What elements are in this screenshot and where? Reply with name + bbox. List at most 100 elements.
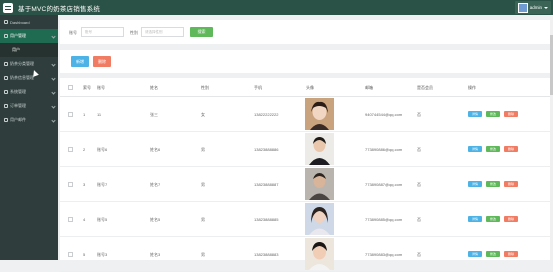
cell-gender: 男	[201, 147, 205, 152]
select-all-checkbox[interactable]	[68, 85, 73, 90]
cell-name: 姓名3	[150, 252, 161, 257]
dashboard-icon	[4, 20, 8, 24]
detail-button[interactable]: 详情	[468, 216, 482, 222]
column-header[interactable]: 姓名	[150, 85, 158, 91]
chevron-icon	[51, 103, 56, 109]
search-button[interactable]: 搜索	[190, 27, 213, 37]
sidebar: Dashboard 用户管理 用户 奶茶分类管理 奶茶信息管理 系统管理 订单管…	[0, 15, 58, 260]
sidebar-item-label: 订单管理	[10, 103, 26, 108]
add-button[interactable]: 新增	[71, 56, 89, 67]
column-header[interactable]: 邮箱	[365, 85, 373, 91]
user-name: admin	[529, 5, 542, 10]
account-input[interactable]: 账号	[81, 27, 124, 37]
cell-account: 账号3	[97, 252, 108, 257]
cell-account: 账号5	[97, 217, 108, 222]
cell-gender: 男	[201, 182, 205, 187]
sidebar-subitem-users[interactable]: 用户	[0, 43, 58, 57]
remove-button[interactable]: 删除	[504, 146, 518, 152]
chevron-icon	[51, 89, 56, 95]
row-checkbox[interactable]	[68, 147, 73, 152]
remove-button[interactable]: 删除	[504, 216, 518, 222]
cell-member: 否	[417, 217, 421, 222]
table-row: 3 账号7 姓名7 男 13823888887 773890887@qq.com…	[60, 167, 553, 202]
avatar-photo[interactable]	[305, 203, 334, 235]
cell-phone: 13823888886	[254, 147, 279, 152]
edit-button[interactable]: 修改	[486, 251, 500, 257]
top-bar: 基于MVC的奶茶店销售系统 admin	[0, 0, 553, 15]
detail-button[interactable]: 详情	[468, 251, 482, 257]
remove-button[interactable]: 删除	[504, 181, 518, 187]
chevron-icon	[51, 33, 56, 39]
sidebar-item-label: 用户	[12, 47, 20, 52]
sidebar-item-label: 系统管理	[10, 89, 26, 94]
cell-phone: 13822222222	[254, 112, 279, 117]
remove-button[interactable]: 删除	[504, 111, 518, 117]
detail-button[interactable]: 详情	[468, 146, 482, 152]
sidebar-item-tea-info[interactable]: 奶茶信息管理	[0, 71, 58, 85]
sidebar-item-system[interactable]: 系统管理	[0, 85, 58, 99]
gender-label: 性别	[130, 30, 138, 35]
menu-toggle-icon[interactable]	[3, 2, 13, 13]
detail-button[interactable]: 详情	[468, 181, 482, 187]
sidebar-item-label: 用户管理	[10, 33, 26, 38]
sidebar-item-mail[interactable]: 用户邮件	[0, 113, 58, 127]
remove-button[interactable]: 删除	[504, 251, 518, 257]
cell-name: 张三	[150, 112, 158, 117]
order-icon	[4, 104, 8, 108]
avatar-photo[interactable]	[305, 98, 334, 130]
table-row: 5 账号3 姓名3 男 13823888883 773890883@qq.com…	[60, 237, 553, 272]
detail-button[interactable]: 详情	[468, 111, 482, 117]
cell-gender: 男	[201, 252, 205, 257]
avatar-photo[interactable]	[305, 168, 334, 200]
sidebar-item-tea-category[interactable]: 奶茶分类管理	[0, 57, 58, 71]
cell-name: 姓名5	[150, 217, 161, 222]
row-checkbox[interactable]	[68, 182, 73, 187]
search-panel: 账号 账号 性别 请选择性别 搜索	[60, 20, 553, 44]
cell-member: 否	[417, 252, 421, 257]
row-checkbox[interactable]	[68, 252, 73, 257]
cell-name: 姓名6	[150, 147, 161, 152]
sidebar-item-dashboard[interactable]: Dashboard	[0, 15, 58, 29]
column-header[interactable]: 手机	[254, 85, 262, 91]
gender-select[interactable]: 请选择性别	[141, 27, 184, 37]
cell-index: 1	[83, 112, 86, 117]
row-checkbox[interactable]	[68, 112, 73, 117]
avatar-photo[interactable]	[305, 133, 334, 165]
cell-email: 773890883@qq.com	[365, 252, 403, 257]
user-menu[interactable]: admin	[514, 1, 551, 14]
edit-button[interactable]: 修改	[486, 216, 500, 222]
row-checkbox[interactable]	[68, 217, 73, 222]
cell-name: 姓名7	[150, 182, 161, 187]
action-panel: 新增 删除	[60, 50, 553, 73]
cell-gender: 男	[201, 217, 205, 222]
edit-button[interactable]: 修改	[486, 111, 500, 117]
cell-account: 11	[97, 112, 102, 117]
chevron-icon	[51, 117, 56, 123]
cell-email: 773890887@qq.com	[365, 182, 403, 187]
sidebar-item-orders[interactable]: 订单管理	[0, 99, 58, 113]
user-table: 索号 账号 姓名 性别 手机 头像 邮箱 是否会员 操作 1 11 张三 女 1…	[60, 78, 553, 272]
edit-button[interactable]: 修改	[486, 181, 500, 187]
cell-gender: 女	[201, 112, 205, 117]
column-header[interactable]: 是否会员	[417, 85, 433, 91]
cell-index: 5	[83, 252, 86, 257]
cell-email: 940744544@qq.com	[365, 112, 403, 117]
cell-account: 账号6	[97, 147, 108, 152]
column-header[interactable]: 索号	[83, 85, 91, 91]
column-header[interactable]: 性别	[201, 85, 209, 91]
chevron-icon	[51, 61, 56, 67]
chevron-icon	[51, 75, 56, 81]
app-title: 基于MVC的奶茶店销售系统	[18, 5, 101, 13]
table-header: 索号 账号 姓名 性别 手机 头像 邮箱 是否会员 操作	[60, 78, 553, 97]
users-icon	[4, 34, 8, 38]
avatar-photo[interactable]	[305, 238, 334, 270]
column-header[interactable]: 头像	[306, 85, 314, 91]
column-header[interactable]: 账号	[97, 85, 105, 91]
cell-member: 否	[417, 112, 421, 117]
sidebar-item-label: 奶茶分类管理	[10, 61, 34, 66]
sidebar-item-user-management[interactable]: 用户管理	[0, 29, 58, 43]
delete-button[interactable]: 删除	[93, 56, 111, 67]
edit-button[interactable]: 修改	[486, 146, 500, 152]
cell-member: 否	[417, 147, 421, 152]
gear-icon	[4, 90, 8, 94]
